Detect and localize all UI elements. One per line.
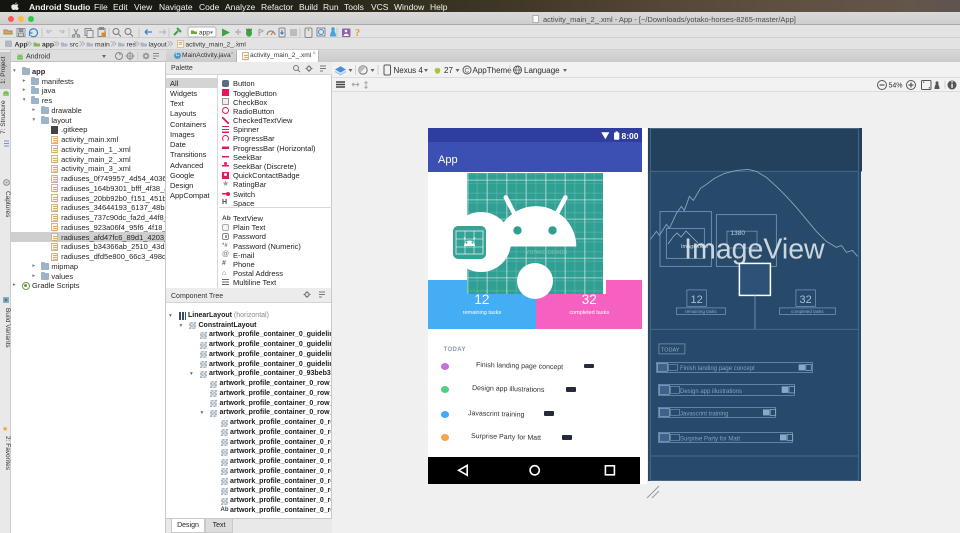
- svg-text:remaining tasks: remaining tasks: [685, 309, 717, 314]
- svg-text:completed tasks: completed tasks: [791, 309, 824, 314]
- svg-text:TODAY: TODAY: [661, 347, 680, 353]
- svg-text:Surprise Party for Matt: Surprise Party for Matt: [680, 436, 740, 442]
- svg-text:27: 27: [444, 66, 453, 75]
- svg-text:layout: layout: [149, 42, 167, 49]
- svg-text:?: ?: [355, 28, 360, 38]
- svg-text:app: app: [199, 30, 210, 37]
- svg-text:Javascrint training: Javascrint training: [680, 411, 728, 417]
- svg-text:Design app illustrations: Design app illustrations: [680, 389, 742, 395]
- svg-text:C: C: [465, 68, 470, 75]
- svg-text:12: 12: [690, 294, 702, 306]
- svg-text:★: ★: [2, 425, 8, 432]
- svg-text:Finish landing page concept: Finish landing page concept: [680, 366, 755, 372]
- svg-text:app: app: [42, 42, 54, 49]
- svg-text:54%: 54%: [889, 83, 903, 90]
- svg-text:32: 32: [799, 294, 811, 306]
- svg-text:main: main: [95, 42, 110, 49]
- svg-text:Nexus 4: Nexus 4: [394, 66, 424, 75]
- svg-text:Language: Language: [524, 66, 560, 75]
- svg-text:Android: Android: [26, 54, 50, 61]
- svg-text:App: App: [15, 42, 28, 49]
- svg-text:activity_main_2_.xml: activity_main_2_.xml: [186, 42, 247, 49]
- svg-text:AppTheme: AppTheme: [473, 66, 513, 75]
- svg-text:ImageView: ImageView: [684, 233, 825, 265]
- svg-text:src: src: [70, 42, 80, 49]
